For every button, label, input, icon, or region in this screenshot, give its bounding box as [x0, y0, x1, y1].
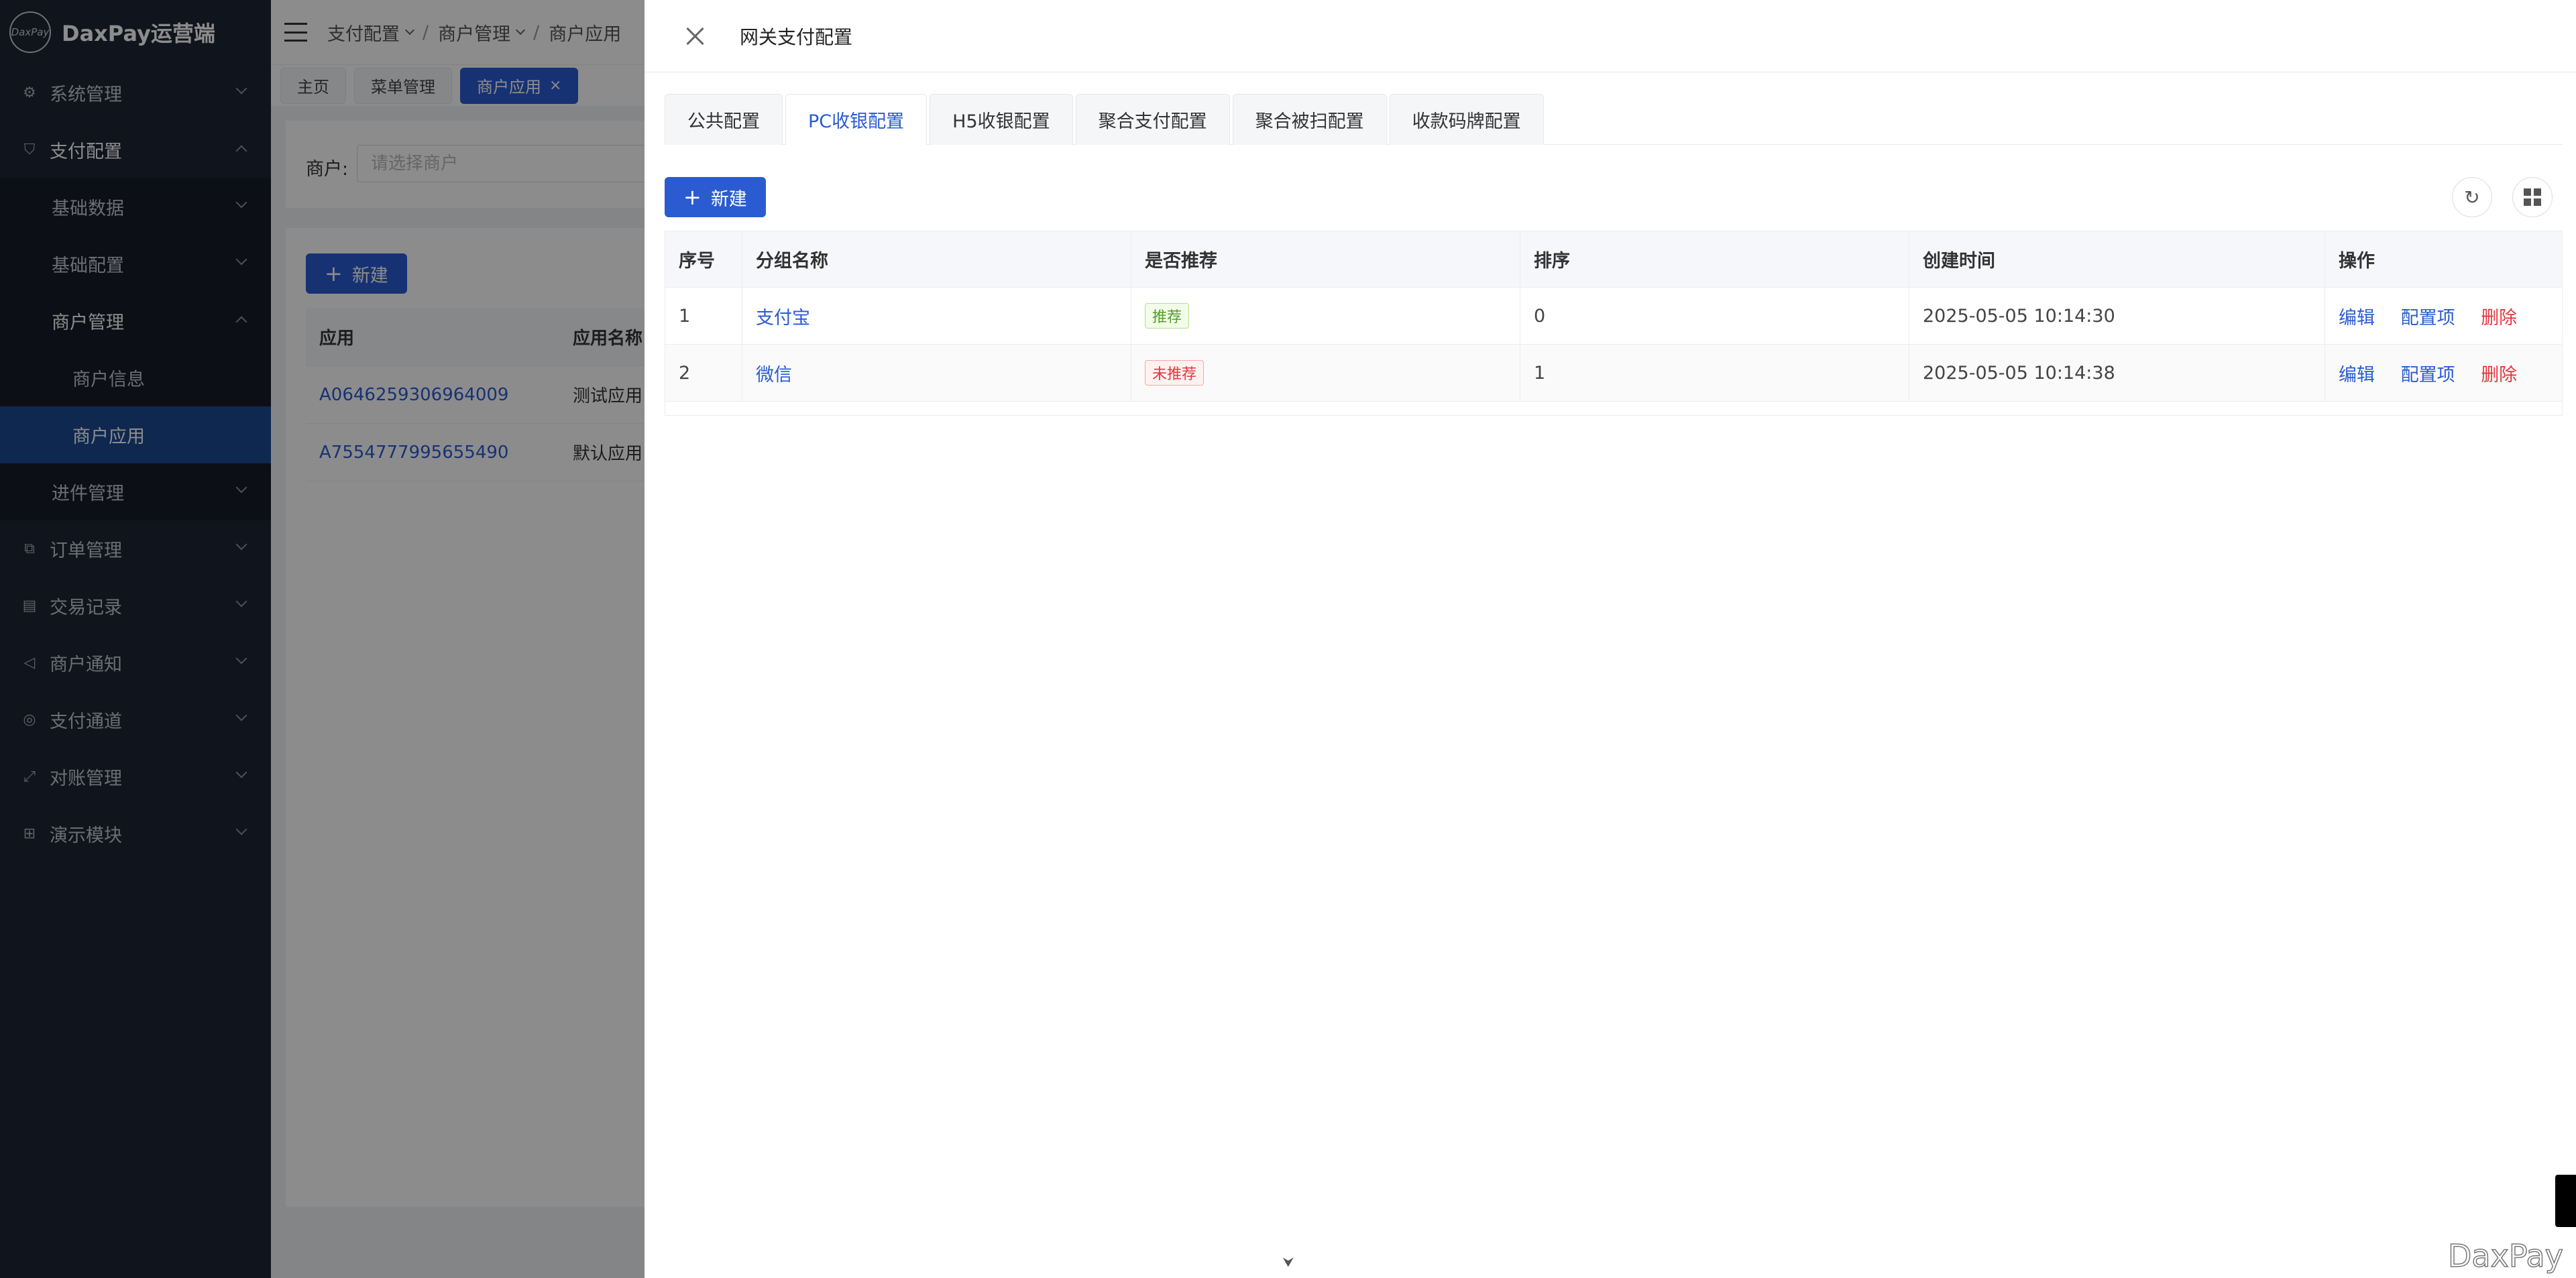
- column-settings-button[interactable]: [2512, 177, 2553, 217]
- edit-button[interactable]: 编辑: [2339, 308, 2375, 329]
- column-header: 分组名称: [742, 231, 1131, 288]
- row-actions: 编辑 配置项 删除: [2325, 344, 2563, 402]
- sort-value: 1: [1520, 344, 1909, 402]
- watermark: DaxPay: [2447, 1237, 2563, 1275]
- delete-button[interactable]: 删除: [2481, 365, 2517, 386]
- tab-h5-cashier-config[interactable]: H5收银配置: [930, 94, 1073, 145]
- drawer-title: 网关支付配置: [740, 25, 853, 48]
- group-name-link[interactable]: 微信: [756, 365, 792, 386]
- gateway-config-drawer: 网关支付配置 公共配置 PC收银配置 H5收银配置 聚合支付配置 聚合被扫配置 …: [645, 0, 2576, 1278]
- tab-pc-cashier-config[interactable]: PC收银配置: [785, 94, 928, 145]
- close-icon[interactable]: [682, 23, 708, 49]
- group-table: 序号 分组名称 是否推荐 排序 创建时间 操作 1 支付宝 推荐 0 2025-…: [665, 231, 2563, 402]
- delete-button[interactable]: 删除: [2481, 308, 2517, 329]
- table-footer: [665, 400, 2563, 416]
- tab-aggregate-pay-config[interactable]: 聚合支付配置: [1075, 94, 1230, 145]
- column-header: 操作: [2325, 231, 2563, 288]
- tab-aggregate-scan-config[interactable]: 聚合被扫配置: [1232, 94, 1387, 145]
- plus-icon: +: [683, 184, 702, 210]
- side-handle[interactable]: [2555, 1175, 2576, 1227]
- drawer-header: 网关支付配置: [645, 0, 2576, 72]
- refresh-button[interactable]: ↻: [2452, 177, 2492, 217]
- created-time: 2025-05-05 10:14:30: [1909, 287, 2325, 345]
- config-items-button[interactable]: 配置项: [2401, 365, 2455, 386]
- config-tabs: 公共配置 PC收银配置 H5收银配置 聚合支付配置 聚合被扫配置 收款码牌配置: [665, 94, 2563, 145]
- table-header: 序号 分组名称 是否推荐 排序 创建时间 操作: [665, 231, 2563, 288]
- edit-button[interactable]: 编辑: [2339, 365, 2375, 386]
- chevron-down-icon[interactable]: ⮟: [1276, 1250, 1300, 1274]
- tab-common-config[interactable]: 公共配置: [665, 94, 783, 145]
- column-header: 创建时间: [1909, 231, 2325, 288]
- row-actions: 编辑 配置项 删除: [2325, 287, 2563, 345]
- table-row: 2 微信 未推荐 1 2025-05-05 10:14:38 编辑 配置项 删除: [665, 344, 2563, 402]
- add-group-button[interactable]: + 新建: [665, 177, 766, 217]
- column-header: 序号: [665, 231, 742, 288]
- group-name-link[interactable]: 支付宝: [756, 308, 810, 329]
- tab-qrcode-plate-config[interactable]: 收款码牌配置: [1389, 94, 1544, 145]
- column-header: 排序: [1520, 231, 1909, 288]
- grid-icon: [2524, 188, 2541, 206]
- config-items-button[interactable]: 配置项: [2401, 308, 2455, 329]
- recommend-tag: 推荐: [1145, 303, 1190, 329]
- table-row: 1 支付宝 推荐 0 2025-05-05 10:14:30 编辑 配置项 删除: [665, 287, 2563, 345]
- sort-value: 0: [1520, 287, 1909, 345]
- created-time: 2025-05-05 10:14:38: [1909, 344, 2325, 402]
- row-index: 2: [665, 344, 742, 402]
- refresh-icon: ↻: [2464, 186, 2480, 209]
- row-index: 1: [665, 287, 742, 345]
- not-recommend-tag: 未推荐: [1145, 360, 1205, 386]
- column-header: 是否推荐: [1131, 231, 1520, 288]
